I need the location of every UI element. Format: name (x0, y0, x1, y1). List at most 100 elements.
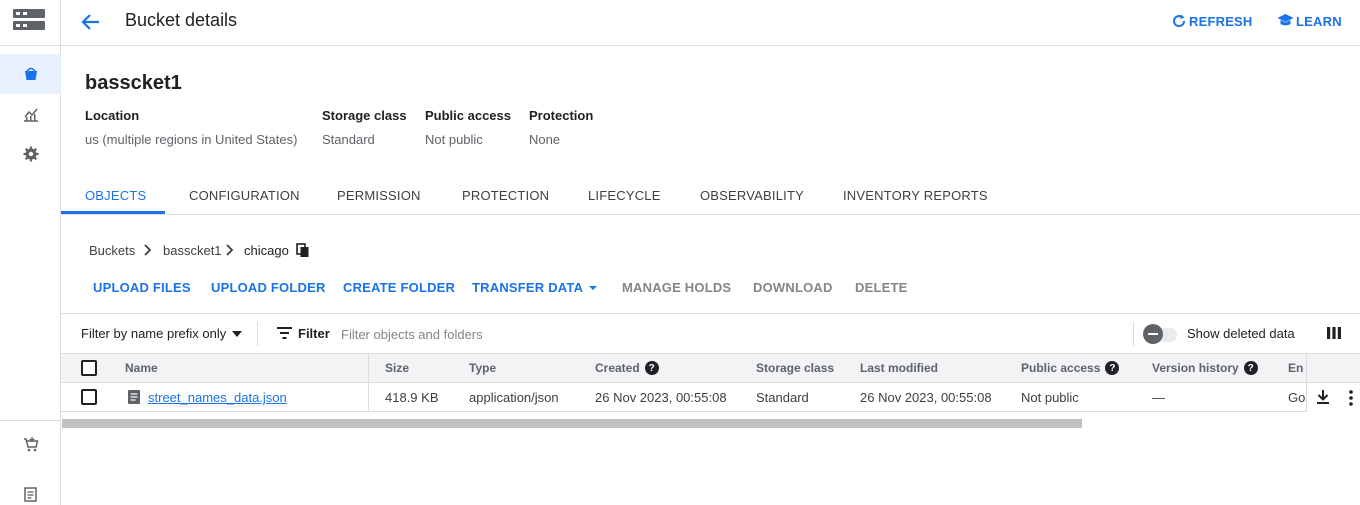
settings-icon (23, 146, 38, 162)
location-value: us (multiple regions in United States) (85, 132, 298, 147)
tab-bar: OBJECTS CONFIGURATION PERMISSION PROTECT… (61, 178, 1360, 215)
filter-prefix-dropdown[interactable]: Filter by name prefix only (81, 326, 243, 341)
help-icon[interactable]: ? (1243, 361, 1258, 375)
show-deleted-label: Show deleted data (1187, 326, 1295, 341)
tab-inventory-reports[interactable]: INVENTORY REPORTS (843, 188, 988, 203)
sticky-actions-header (1306, 354, 1360, 382)
tab-observability[interactable]: OBSERVABILITY (700, 188, 804, 203)
manage-holds-button[interactable]: MANAGE HOLDS (622, 280, 731, 295)
column-name[interactable]: Name (125, 361, 158, 375)
row-actions (1306, 383, 1360, 412)
column-label: Created (595, 361, 640, 375)
refresh-button[interactable]: REFRESH (1171, 13, 1253, 29)
rail-divider (0, 420, 61, 421)
tab-permission[interactable]: PERMISSION (337, 188, 421, 203)
transfer-data-button[interactable]: TRANSFER DATA (472, 280, 598, 295)
left-nav-rail (0, 0, 61, 505)
learn-button[interactable]: LEARN (1277, 13, 1342, 29)
filter-divider (257, 322, 258, 346)
rail-divider (0, 45, 61, 46)
storage-logo-icon[interactable] (13, 9, 45, 31)
column-label: Name (125, 361, 158, 375)
back-arrow-icon[interactable] (79, 10, 103, 34)
copy-icon[interactable] (296, 243, 310, 258)
cell-version-history: — (1152, 390, 1165, 405)
help-icon[interactable]: ? (644, 361, 659, 375)
more-options-icon[interactable] (1349, 390, 1353, 406)
create-folder-button[interactable]: CREATE FOLDER (343, 280, 455, 295)
cell-created: 26 Nov 2023, 00:55:08 (595, 390, 727, 405)
breadcrumb-buckets[interactable]: Buckets (89, 243, 135, 258)
column-label: Last modified (860, 361, 939, 375)
column-label: Enc (1288, 361, 1304, 375)
page-header: Bucket details REFRESH LEARN (61, 0, 1360, 46)
column-version-history[interactable]: Version history ? (1152, 361, 1258, 375)
column-storage-class[interactable]: Storage class (756, 361, 834, 375)
column-label: Version history (1152, 361, 1239, 375)
chevron-right-icon (226, 244, 234, 256)
protection-value: None (529, 132, 561, 147)
file-name-link[interactable]: street_names_data.json (148, 390, 287, 405)
filter-prefix-label: Filter by name prefix only (81, 326, 227, 341)
tab-protection[interactable]: PROTECTION (462, 188, 549, 203)
table-row[interactable]: street_names_data.json 418.9 KB applicat… (61, 383, 1360, 412)
tab-lifecycle[interactable]: LIFECYCLE (588, 188, 661, 203)
public-access-value: Not public (425, 132, 483, 147)
delete-button[interactable]: DELETE (855, 280, 907, 295)
filter-label: Filter (298, 326, 330, 341)
column-display-icon[interactable] (1327, 326, 1341, 340)
upload-folder-button[interactable]: UPLOAD FOLDER (211, 280, 326, 295)
storage-class-label: Storage class (322, 108, 407, 123)
column-label: Size (385, 361, 410, 375)
file-icon (128, 390, 140, 404)
caret-down-icon (232, 330, 243, 337)
nav-item-monitoring[interactable] (0, 94, 61, 134)
tab-objects[interactable]: OBJECTS (85, 188, 146, 203)
bucket-name: basscket1 (85, 72, 182, 94)
refresh-icon (1173, 14, 1186, 28)
column-last-modified[interactable]: Last modified (860, 361, 938, 375)
filter-divider (1133, 322, 1134, 346)
nav-item-release-notes[interactable] (0, 474, 61, 505)
column-label: Public access (1021, 361, 1101, 375)
school-icon (1277, 14, 1294, 26)
filter-bar: Filter by name prefix only Filter Show d… (61, 313, 1360, 353)
refresh-label: REFRESH (1189, 13, 1253, 29)
active-tab-indicator (61, 211, 165, 214)
filter-input[interactable] (341, 322, 821, 346)
storage-class-value: Standard (322, 132, 375, 147)
show-deleted-toggle[interactable] (1143, 324, 1179, 344)
nav-item-buckets[interactable] (0, 54, 61, 94)
column-created[interactable]: Created ? (595, 361, 659, 375)
transfer-data-label: TRANSFER DATA (472, 280, 584, 295)
nav-item-marketplace[interactable] (0, 424, 61, 464)
horizontal-scrollbar[interactable] (62, 419, 1082, 428)
cell-last-modified: 26 Nov 2023, 00:55:08 (860, 390, 992, 405)
toggle-knob (1143, 324, 1163, 344)
download-button[interactable]: DOWNLOAD (753, 280, 833, 295)
filter-icon[interactable] (277, 327, 292, 339)
upload-files-button[interactable]: UPLOAD FILES (93, 280, 191, 295)
column-encryption[interactable]: Enc (1288, 361, 1304, 375)
breadcrumb-current-folder: chicago (244, 243, 289, 258)
cell-public-access: Not public (1021, 390, 1079, 405)
caret-down-icon (589, 285, 598, 290)
cell-type: application/json (469, 390, 559, 405)
protection-label: Protection (529, 108, 594, 123)
learn-label: LEARN (1296, 13, 1342, 29)
download-icon[interactable] (1316, 390, 1330, 404)
column-public-access[interactable]: Public access ? (1021, 361, 1120, 375)
public-access-label: Public access (425, 108, 511, 123)
nav-item-settings[interactable] (0, 134, 61, 174)
breadcrumb-bucket[interactable]: basscket1 (163, 243, 222, 258)
location-label: Location (85, 108, 140, 123)
marketplace-icon (23, 437, 38, 452)
help-icon[interactable]: ? (1105, 361, 1120, 375)
monitoring-icon (23, 108, 38, 122)
row-checkbox[interactable] (81, 389, 97, 405)
column-type[interactable]: Type (469, 361, 496, 375)
select-all-checkbox[interactable] (81, 360, 97, 376)
tab-configuration[interactable]: CONFIGURATION (189, 188, 300, 203)
column-size[interactable]: Size (385, 361, 409, 375)
table-header: Name Size Type Created ? Storage class L… (61, 353, 1360, 383)
